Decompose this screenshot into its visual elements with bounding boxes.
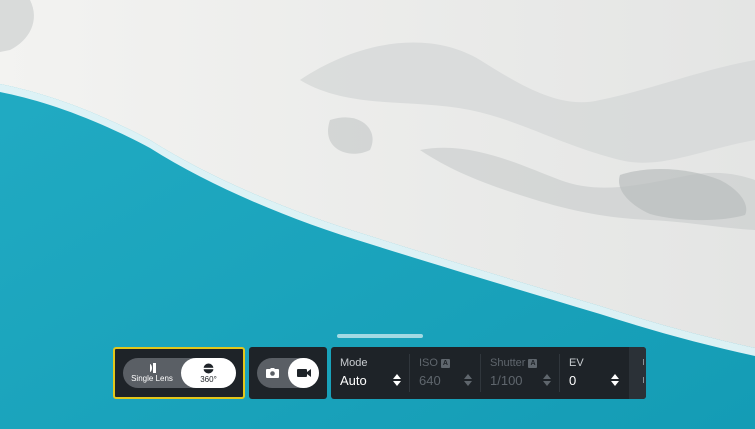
ev-setting[interactable]: EV 0 <box>560 347 627 399</box>
auto-badge-icon: A <box>528 358 538 368</box>
mode-label: Mode <box>340 357 368 369</box>
camera-icon <box>266 368 279 378</box>
scroll-hint-mark <box>643 377 644 383</box>
360-lens-label: 360° <box>200 374 217 384</box>
drawer-drag-handle[interactable] <box>337 334 423 338</box>
single-lens-label: Single Lens <box>131 374 173 383</box>
ev-label: EV <box>569 357 584 369</box>
iso-setting[interactable]: ISO A 640 <box>410 347 480 399</box>
more-settings-edge[interactable] <box>629 347 646 399</box>
iso-label: ISO A <box>419 357 450 369</box>
lens-selector-panel: Single Lens 360° <box>113 347 245 399</box>
up-down-chevron-icon[interactable] <box>611 374 619 386</box>
single-lens-icon <box>150 363 156 373</box>
up-down-chevron-icon[interactable] <box>464 374 472 386</box>
mode-setting[interactable]: Mode Auto <box>331 347 409 399</box>
auto-badge-icon: A <box>440 358 450 368</box>
up-down-chevron-icon[interactable] <box>393 374 401 386</box>
video-mode-option[interactable] <box>288 358 319 388</box>
capture-mode-panel <box>249 347 327 399</box>
up-down-chevron-icon[interactable] <box>543 374 551 386</box>
360-lens-option[interactable]: 360° <box>181 358 236 388</box>
photo-mode-option[interactable] <box>257 358 288 388</box>
video-camera-icon <box>296 369 311 377</box>
shutter-setting[interactable]: Shutter A 1/100 <box>481 347 559 399</box>
lens-toggle[interactable]: Single Lens 360° <box>123 358 236 388</box>
camera-settings-panel: Mode Auto ISO A 640 Shutter A 1/100 EV 0 <box>331 347 646 399</box>
shutter-label: Shutter A <box>490 357 538 369</box>
capture-mode-toggle[interactable] <box>257 358 319 388</box>
scroll-hint-mark <box>643 359 644 365</box>
single-lens-option[interactable]: Single Lens <box>123 358 181 388</box>
360-lens-icon <box>203 363 214 373</box>
